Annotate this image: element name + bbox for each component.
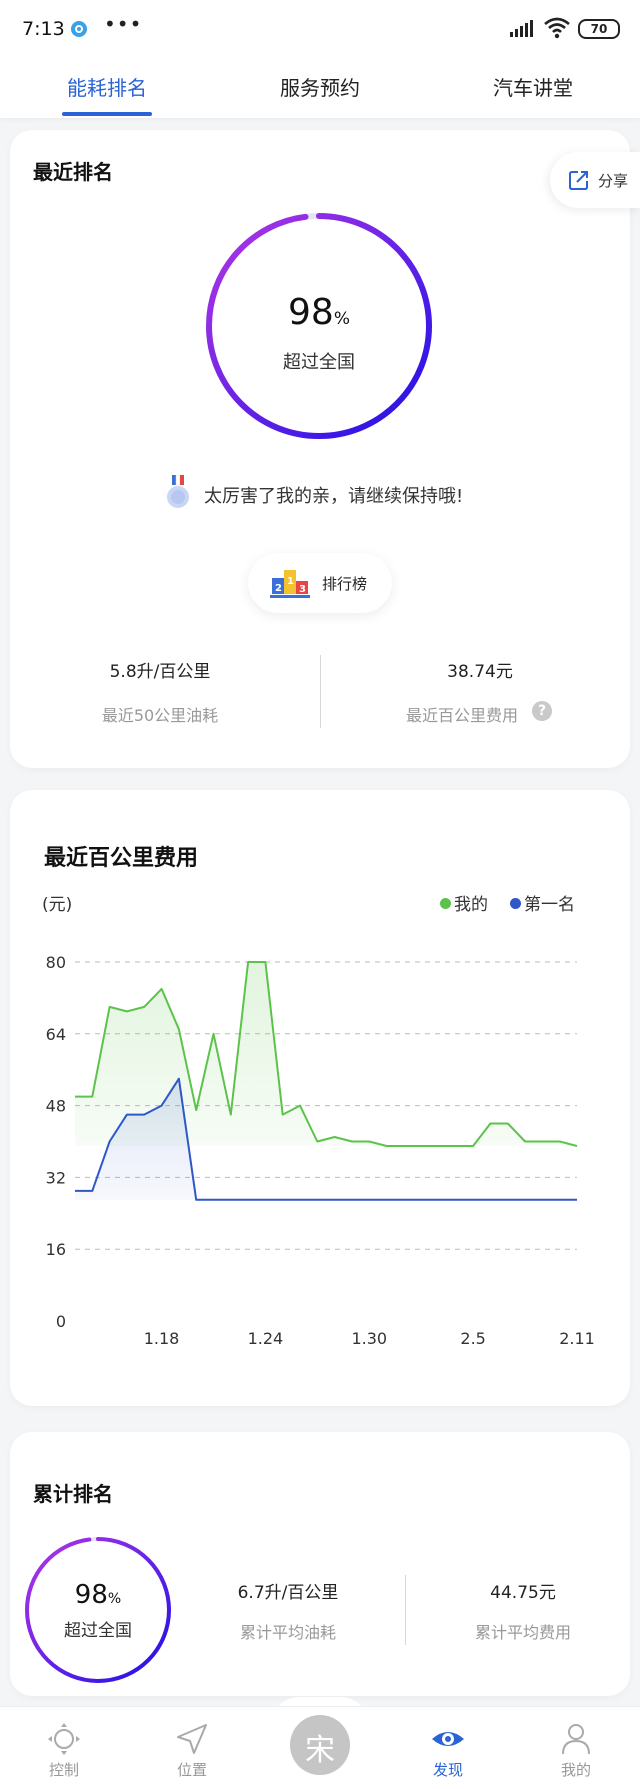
x-tick-label: 2.5 — [460, 1329, 485, 1348]
total-percent-value: 98% — [24, 1580, 172, 1610]
total-percent-unit: % — [107, 1591, 122, 1607]
eye-icon — [432, 1732, 464, 1746]
total-stats-divider — [405, 1575, 406, 1645]
nav-center-button[interactable]: 宋 — [290, 1715, 350, 1775]
total-ranking-ring: 98% 超过全国 — [24, 1536, 172, 1684]
nav-mine-label: 我的 — [560, 1761, 591, 1779]
y-tick-label: 32 — [46, 1168, 66, 1187]
nav-discover[interactable]: 发现 — [403, 1707, 493, 1789]
nav-control-label: 控制 — [48, 1761, 79, 1779]
location-arrow-icon — [177, 1724, 207, 1754]
y-tick-label: 80 — [46, 953, 66, 972]
total-ring-progress-icon — [25, 1537, 171, 1683]
y-tick-label: 64 — [46, 1025, 66, 1044]
x-tick-label: 1.24 — [248, 1329, 284, 1348]
total-fuel-label: 累计平均油耗 — [239, 1623, 336, 1642]
total-percent-number: 98 — [74, 1580, 108, 1610]
cost-line-chart: 0 16 32 48 64 80 1.18 1.24 1.30 2.5 2.11 — [46, 953, 595, 1348]
y-tick-label: 0 — [56, 1312, 66, 1331]
total-cost-label: 累计平均费用 — [474, 1623, 571, 1642]
nav-location[interactable]: 位置 — [147, 1707, 237, 1789]
total-cost-value: 44.75元 — [490, 1583, 556, 1603]
nav-location-label: 位置 — [176, 1761, 207, 1779]
total-ranking-title: 累计排名 — [33, 1482, 113, 1506]
y-tick-label: 16 — [46, 1240, 66, 1259]
nav-discover-label: 发现 — [432, 1761, 463, 1779]
total-ring-caption: 超过全国 — [64, 1621, 132, 1641]
nav-mine[interactable]: 我的 — [531, 1707, 621, 1789]
total-fuel-value: 6.7升/百公里 — [237, 1583, 339, 1603]
user-icon — [562, 1724, 590, 1755]
nav-control[interactable]: 控制 — [19, 1707, 109, 1789]
x-tick-label: 1.18 — [144, 1329, 180, 1348]
brand-logo-icon: 宋 — [305, 1733, 335, 1768]
x-tick-label: 2.11 — [559, 1329, 595, 1348]
x-tick-label: 1.30 — [351, 1329, 387, 1348]
control-icon — [48, 1723, 80, 1755]
y-tick-label: 48 — [46, 1097, 66, 1116]
